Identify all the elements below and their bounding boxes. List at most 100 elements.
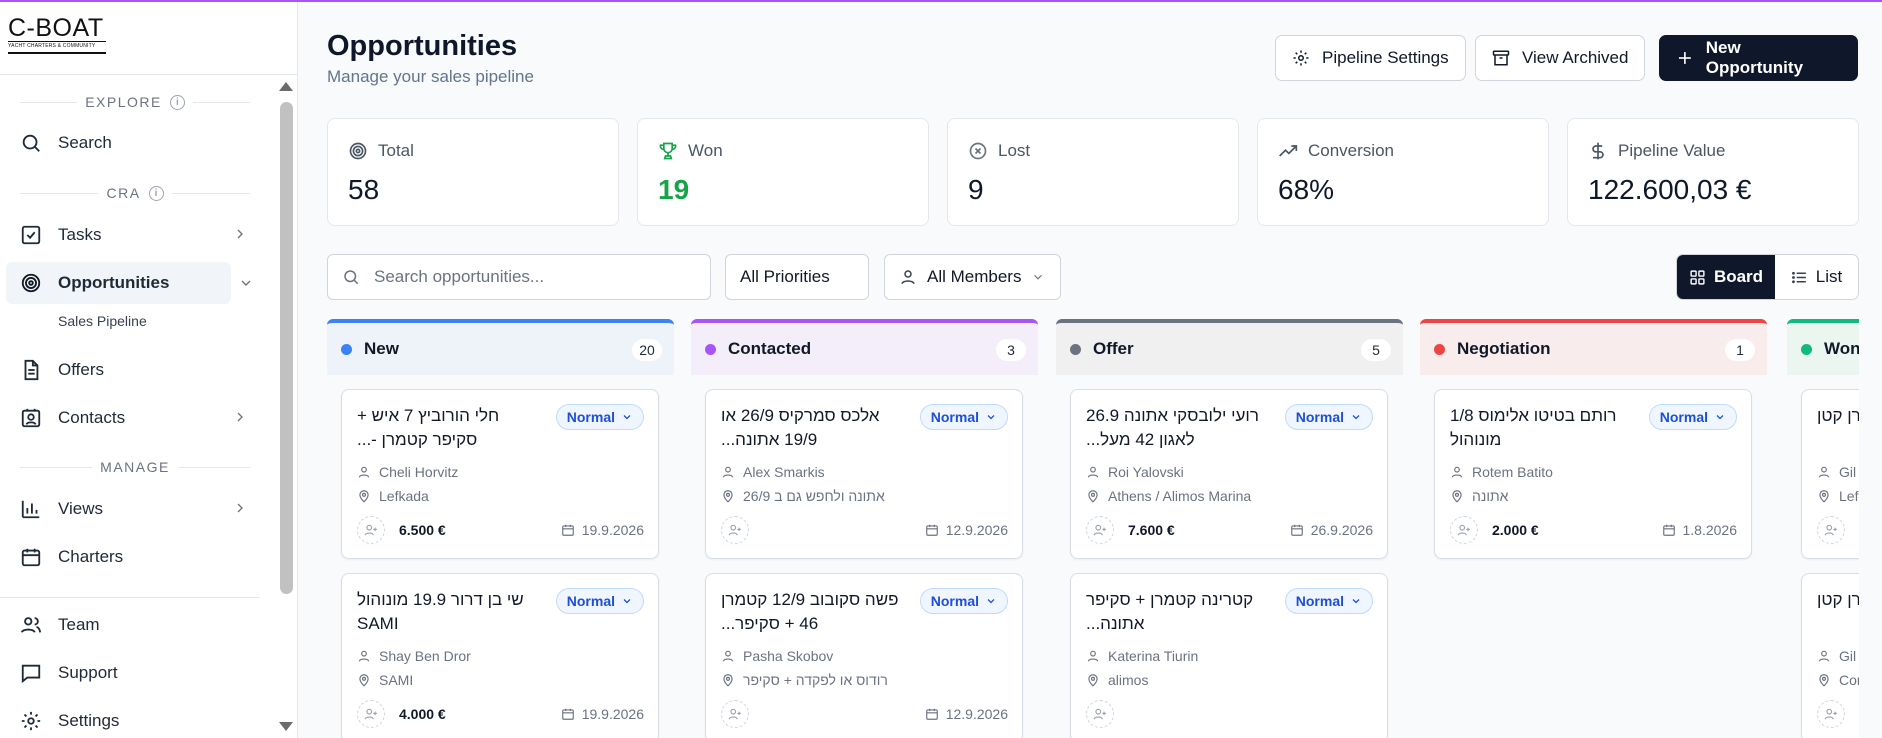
- gear-icon: [21, 711, 41, 731]
- sidebar-item-contacts[interactable]: Contacts: [6, 397, 256, 439]
- card-title: שי בן דרור 19.9 מונוהול SAMI: [357, 590, 524, 633]
- assign-user-button[interactable]: [1086, 700, 1114, 728]
- sidebar-item-label: Opportunities: [58, 273, 170, 292]
- opportunity-card[interactable]: שי בן דרור 19.9 מונוהול SAMI Normal Shay…: [341, 573, 659, 738]
- badge-label: Normal: [1295, 409, 1344, 425]
- search-box[interactable]: [327, 254, 711, 300]
- scroll-down-arrow[interactable]: [279, 722, 293, 731]
- pipeline-settings-button[interactable]: Pipeline Settings: [1275, 35, 1466, 81]
- sidebar: C-BOAT YACHT CHARTERS & COMMUNITY EXPLOR…: [0, 2, 298, 738]
- stat-card-total: Total 58: [327, 118, 619, 226]
- user-icon: [1818, 466, 1830, 478]
- assign-user-button[interactable]: [1817, 700, 1845, 728]
- card-location: אתונה ולחפש גם ב 26/9: [743, 488, 885, 504]
- user-icon: [1087, 650, 1099, 662]
- card-person: Cheli Horvitz: [379, 464, 459, 480]
- chevron-down-icon[interactable]: [238, 275, 254, 291]
- badge-label: Normal: [1295, 593, 1344, 609]
- user-plus-icon: [364, 708, 377, 720]
- plus-icon: [1678, 52, 1691, 64]
- chevron-down-icon: [987, 599, 995, 604]
- stat-value: 122.600,03 €: [1588, 174, 1752, 205]
- scroll-up-arrow[interactable]: [279, 82, 293, 91]
- card-location: SAMI: [379, 672, 414, 688]
- sidebar-subitem-sales-pipeline[interactable]: Sales Pipeline: [58, 313, 147, 329]
- sidebar-item-support[interactable]: Support: [6, 652, 256, 694]
- column-title: New: [364, 339, 399, 358]
- opportunity-card[interactable]: קטרינה קטמרן + סקיפר אתונה... Normal Kat…: [1070, 573, 1388, 738]
- assign-user-button[interactable]: [1450, 516, 1478, 544]
- assign-user-button[interactable]: [721, 516, 749, 544]
- priority-badge[interactable]: Normal: [555, 404, 644, 430]
- priority-select[interactable]: All Priorities: [725, 254, 869, 300]
- user-plus-icon: [364, 524, 377, 536]
- priority-badge[interactable]: Normal: [919, 404, 1008, 430]
- user-icon: [1087, 466, 1099, 478]
- opportunity-card[interactable]: רועי ילובסקי אתונה 26.9 לאגון 42 מעל... …: [1070, 389, 1388, 559]
- card-title: קורפו קטמרן קטן: [1817, 590, 1859, 609]
- board-view-button[interactable]: Board: [1677, 255, 1775, 299]
- calendar-icon: [561, 524, 574, 536]
- view-archived-button[interactable]: View Archived: [1475, 35, 1646, 81]
- priority-badge[interactable]: Normal: [1284, 588, 1373, 614]
- user-icon: [358, 650, 370, 662]
- opportunity-card[interactable]: 26.9 קטמרן קטן Gil I Lefk 4: [1801, 389, 1859, 559]
- calendar-icon: [561, 708, 574, 720]
- chevron-down-icon: [1716, 415, 1724, 420]
- card-date: 12.9.2026: [945, 522, 1008, 538]
- column-title: Won: [1824, 339, 1859, 358]
- message-square-icon: [21, 664, 41, 684]
- opportunity-card[interactable]: פשה סקובוב 12/9 קטמרן 46 + סקיפר... Norm…: [705, 573, 1023, 738]
- assign-user-button[interactable]: [1086, 516, 1114, 544]
- map-pin-icon: [1088, 674, 1098, 687]
- assign-user-button[interactable]: [357, 700, 385, 728]
- card-person: Rotem Batito: [1472, 464, 1553, 480]
- chevron-down-icon: [1034, 274, 1043, 280]
- button-label: Pipeline Settings: [1322, 48, 1449, 67]
- sidebar-item-opportunities[interactable]: Opportunities: [6, 262, 231, 304]
- section-manage: MANAGE: [20, 459, 250, 475]
- badge-label: Normal: [930, 593, 979, 609]
- sidebar-item-charters[interactable]: Charters: [6, 536, 256, 578]
- priority-badge[interactable]: Normal: [1284, 404, 1373, 430]
- priority-badge[interactable]: Normal: [919, 588, 1008, 614]
- toggle-label: Board: [1713, 267, 1764, 286]
- trending-up-icon: [1279, 145, 1298, 157]
- priority-badge[interactable]: Normal: [555, 588, 644, 614]
- stat-label: Total: [378, 141, 414, 160]
- info-icon[interactable]: i: [169, 94, 185, 110]
- sidebar-item-label: Settings: [58, 711, 120, 730]
- assign-user-button[interactable]: [357, 516, 385, 544]
- search-input[interactable]: [374, 267, 694, 287]
- chevron-down-icon: [623, 415, 631, 420]
- c-boat-logo[interactable]: C-BOAT YACHT CHARTERS & COMMUNITY: [8, 16, 108, 56]
- sidebar-item-search[interactable]: Search: [6, 122, 256, 164]
- badge-label: Normal: [1659, 409, 1708, 425]
- scrollbar-thumb[interactable]: [280, 102, 293, 594]
- sidebar-item-settings[interactable]: Settings: [6, 700, 256, 738]
- members-select[interactable]: All Members: [884, 254, 1061, 300]
- list-view-button[interactable]: List: [1775, 255, 1858, 299]
- opportunity-card[interactable]: אלכס סמרקיס 26/9 או 19/9 אתונה... Normal…: [705, 389, 1023, 559]
- sidebar-item-label: Contacts: [58, 408, 126, 427]
- x-circle-icon: [969, 142, 987, 160]
- priority-badge[interactable]: Normal: [1648, 404, 1737, 430]
- opportunity-card[interactable]: רותם בטיטו אלימוס 1/8 מונוהול Normal Rot…: [1434, 389, 1752, 559]
- opportunity-card[interactable]: קורפו קטמרן קטן Gil I Cor 4: [1801, 573, 1859, 738]
- user-plus-icon: [1457, 524, 1470, 536]
- sidebar-item-tasks[interactable]: Tasks: [6, 214, 256, 256]
- section-manage-label: MANAGE: [100, 459, 170, 475]
- sidebar-item-views[interactable]: Views: [6, 488, 256, 530]
- assign-user-button[interactable]: [721, 700, 749, 728]
- chevron-right-icon: [237, 229, 243, 239]
- sidebar-item-team[interactable]: Team: [6, 604, 256, 646]
- assign-user-button[interactable]: [1817, 516, 1845, 544]
- badge-label: Normal: [566, 409, 615, 425]
- card-person: Alex Smarkis: [743, 464, 825, 480]
- info-icon[interactable]: i: [148, 185, 164, 201]
- sidebar-item-offers[interactable]: Offers: [6, 349, 256, 391]
- users-icon: [20, 617, 42, 633]
- new-opportunity-button[interactable]: New Opportunity: [1659, 35, 1858, 81]
- column-count: 3: [996, 339, 1026, 361]
- opportunity-card[interactable]: חלי הורוביץ 7 איש + סקיפר קטמרן -... Nor…: [341, 389, 659, 559]
